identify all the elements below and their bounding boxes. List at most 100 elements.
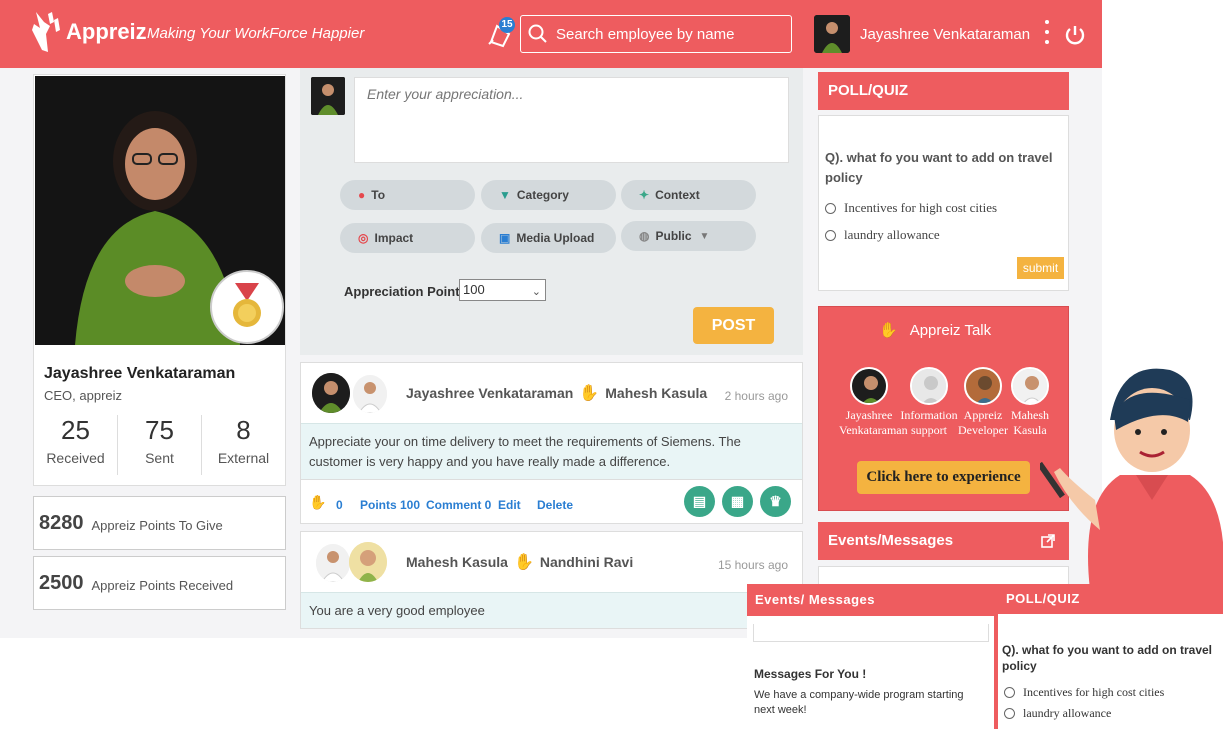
radio-button[interactable] <box>825 202 836 214</box>
points-link[interactable]: Points 100 <box>360 498 420 512</box>
mascot-illustration <box>1040 368 1223 590</box>
media-upload-button[interactable]: ▣ Media Upload <box>481 223 616 253</box>
poll-question: Q). what fo you want to add on travel po… <box>825 150 1053 185</box>
impact-label: Impact <box>374 231 414 245</box>
profile-role: CEO, appreiz <box>44 388 123 403</box>
board-icon[interactable]: ▦ <box>722 486 753 517</box>
certificate-icon[interactable]: ▤ <box>684 486 715 517</box>
more-options-icon[interactable] <box>1043 20 1051 50</box>
stat-received[interactable]: 25 Received <box>34 415 118 475</box>
search-input[interactable] <box>556 25 776 43</box>
receiver-avatar[interactable] <box>353 375 387 413</box>
app-root: Appreiz Making Your WorkForce Happier 15… <box>0 0 1223 729</box>
notification-count-badge: 15 <box>499 17 515 33</box>
poll-option[interactable]: laundry allowance <box>825 227 940 243</box>
user-photo <box>353 375 387 413</box>
talk-person-name: Jayashree Venkataraman <box>839 408 908 437</box>
radio-button[interactable] <box>825 229 836 241</box>
like-count[interactable]: 0 <box>336 498 343 512</box>
poll-option[interactable]: Incentives for high cost cities <box>825 200 997 216</box>
talk-avatar <box>910 367 948 405</box>
visibility-dropdown[interactable]: ◍ Public ▼ <box>621 221 756 251</box>
crown-icon[interactable]: ♛ <box>760 486 791 517</box>
points-select[interactable]: 100 ⌄ <box>459 279 546 301</box>
talk-person[interactable]: Jayashree Venkataraman <box>839 367 908 438</box>
category-label: Category <box>516 188 569 202</box>
receiver-name[interactable]: Nandhini Ravi <box>540 554 633 570</box>
target-icon: ◎ <box>358 231 369 245</box>
overlay-poll-option-label: Incentives for high cost cities <box>1023 685 1165 699</box>
overlay-poll-header: POLL/QUIZ <box>998 584 1223 614</box>
receiver-name[interactable]: Mahesh Kasula <box>605 385 707 401</box>
points-field-label: Appreciation Points <box>344 284 467 299</box>
talk-person[interactable]: Information support <box>899 367 959 438</box>
comment-link[interactable]: Comment 0 <box>426 498 491 512</box>
poll-option-label: Incentives for high cost cities <box>844 200 998 215</box>
post-actions: ✋ 0 Points 100 Comment 0 Edit Delete ▤ ▦… <box>301 479 802 523</box>
points-to-give: 8280 Appreiz Points To Give <box>33 496 286 550</box>
media-label: Media Upload <box>516 231 595 245</box>
impact-button[interactable]: ◎ Impact <box>340 223 475 253</box>
post-participants: Jayashree Venkataraman ✋ Mahesh Kasula <box>406 383 707 403</box>
stat-value: 25 <box>61 415 90 445</box>
header-user-name[interactable]: Jayashree Venkataraman <box>860 26 1030 43</box>
appreciation-composer: ● To ▼ Category ✦ Context ◎ Impact ▣ Med… <box>300 68 803 355</box>
poll-header: POLL/QUIZ <box>818 72 1069 110</box>
post-button[interactable]: POST <box>693 307 774 344</box>
context-button[interactable]: ✦ Context <box>621 180 756 210</box>
overlay-poll-option[interactable]: laundry allowance <box>1004 706 1111 721</box>
poll-option-label: laundry allowance <box>844 227 940 242</box>
talk-title-text: Appreiz Talk <box>909 321 992 339</box>
stat-label: Sent <box>145 450 174 466</box>
post-header: Jayashree Venkataraman ✋ Mahesh Kasula 2… <box>301 363 802 423</box>
points-received: 2500 Appreiz Points Received <box>33 556 286 610</box>
overlay-poll-panel: POLL/QUIZ Q). what fo you want to add on… <box>998 584 1223 729</box>
overlay-poll-option[interactable]: Incentives for high cost cities <box>1004 685 1164 700</box>
stat-sent[interactable]: 75 Sent <box>118 415 202 475</box>
appreiz-talk-panel: ✋ Appreiz Talk Jayashree Venkataraman Inf… <box>818 306 1069 511</box>
post-participants: Mahesh Kasula ✋ Nandhini Ravi <box>406 552 633 572</box>
points-select-value: 100 <box>463 282 485 297</box>
medal-badge <box>210 270 284 344</box>
sender-name[interactable]: Mahesh Kasula <box>406 554 508 570</box>
category-button[interactable]: ▼ Category <box>481 180 616 210</box>
receiver-avatar[interactable] <box>349 542 387 582</box>
medal-icon <box>233 283 261 327</box>
top-header: Appreiz Making Your WorkForce Happier 15… <box>0 0 1102 68</box>
user-photo <box>814 15 850 53</box>
appreiz-hand-icon: ✋ <box>879 322 898 339</box>
talk-avatar <box>850 367 888 405</box>
power-icon[interactable] <box>1064 24 1086 46</box>
sender-avatar[interactable] <box>312 373 350 413</box>
profile-name: Jayashree Venkataraman <box>44 365 236 382</box>
post-message: You are a very good employee <box>301 592 802 628</box>
to-button[interactable]: ● To <box>340 180 475 210</box>
sender-avatar[interactable] <box>316 544 350 582</box>
edit-link[interactable]: Edit <box>498 498 521 512</box>
overlay-events-heading: Messages For You ! <box>754 667 867 681</box>
clap-icon[interactable]: ✋ <box>309 494 326 511</box>
radio-button[interactable] <box>1004 687 1015 698</box>
header-avatar[interactable] <box>814 15 850 53</box>
employee-search[interactable] <box>520 15 792 53</box>
stat-external[interactable]: 8 External <box>202 415 285 475</box>
profile-stats: 25 Received 75 Sent 8 External <box>34 415 285 475</box>
experience-button[interactable]: Click here to experience <box>857 461 1030 494</box>
people-icon: ● <box>358 188 366 202</box>
points-value: 2500 <box>39 571 84 594</box>
radio-button[interactable] <box>1004 708 1015 719</box>
delete-link[interactable]: Delete <box>537 498 573 512</box>
events-card <box>818 566 1069 586</box>
poll-submit-button[interactable]: submit <box>1017 257 1064 279</box>
visibility-label: Public <box>655 229 692 243</box>
talk-title: ✋ Appreiz Talk <box>879 321 992 340</box>
sender-name[interactable]: Jayashree Venkataraman <box>406 385 573 401</box>
brand-logo[interactable]: Appreiz <box>30 10 147 54</box>
chevron-down-icon: ⌄ <box>531 286 541 298</box>
appreciation-input[interactable] <box>354 77 789 163</box>
appreciation-hand-icon: ✋ <box>579 385 600 402</box>
stat-value: 8 <box>236 415 251 445</box>
tie-icon: ▼ <box>499 188 511 202</box>
appreiz-hand-icon <box>32 12 60 52</box>
profile-card: Jayashree Venkataraman CEO, appreiz 25 R… <box>33 74 286 486</box>
